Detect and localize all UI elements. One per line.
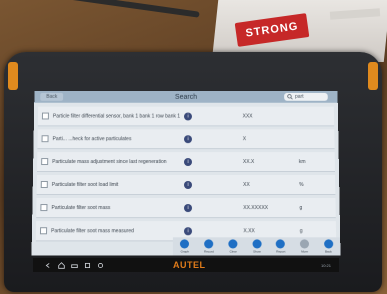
system-nav-bar: AUTEL 10:21	[33, 258, 339, 272]
parameter-name: Particle filter differential sensor, ban…	[52, 113, 181, 119]
list-item[interactable]: Particle filter differential sensor, ban…	[37, 106, 335, 127]
info-icon[interactable]: i	[184, 134, 192, 143]
parameter-name: Particulate filter soot mass	[51, 204, 111, 211]
recent-apps-icon[interactable]	[84, 262, 91, 269]
search-value: part	[294, 93, 304, 100]
row-checkbox[interactable]	[39, 227, 48, 235]
list-item[interactable]: Particulate filter soot mass i XX.XXXXX …	[36, 198, 336, 219]
search-icon	[287, 94, 293, 100]
function-toolbar: Graph Record Clear Show Report More Back	[172, 237, 341, 256]
device-side-button-left[interactable]	[8, 62, 18, 90]
clear-icon	[228, 239, 238, 249]
row-checkbox[interactable]	[41, 112, 49, 120]
row-checkbox[interactable]	[40, 204, 48, 212]
parameter-name: Particulate mass adjustment since last r…	[52, 158, 167, 165]
status-time: 10:21	[320, 262, 331, 268]
list-item[interactable]: Parti... ...heck for active particulates…	[37, 129, 335, 150]
record-button[interactable]: Record	[204, 239, 214, 254]
info-icon[interactable]: i	[184, 112, 192, 120]
parameter-list: Particle filter differential sensor, ban…	[35, 106, 337, 245]
parameter-value: XX.XXXXX	[243, 204, 269, 211]
parameter-unit: km	[298, 158, 306, 165]
camera-icon[interactable]	[97, 262, 104, 269]
show-button[interactable]: Show	[252, 239, 262, 254]
title-bar: Back Search part	[34, 90, 338, 103]
toolbar-back-button[interactable]: Back	[323, 239, 333, 254]
graph-button[interactable]: Graph	[180, 239, 190, 254]
row-checkbox[interactable]	[41, 158, 49, 166]
parameter-unit: %	[299, 181, 304, 188]
report-button[interactable]: Report	[276, 239, 286, 254]
more-icon	[299, 239, 310, 249]
parameter-unit: g	[299, 227, 303, 234]
info-icon[interactable]: i	[183, 203, 193, 212]
brand-logo: AUTEL	[173, 260, 206, 270]
more-button[interactable]: More	[299, 239, 310, 254]
back-icon	[323, 239, 333, 249]
report-icon	[276, 239, 286, 249]
home-icon[interactable]	[58, 261, 65, 269]
show-icon	[252, 239, 262, 249]
row-checkbox[interactable]	[40, 180, 48, 188]
info-icon[interactable]: i	[183, 226, 193, 235]
info-icon[interactable]: i	[184, 157, 192, 166]
parameter-value: X	[242, 135, 247, 142]
list-item[interactable]: Particulate mass adjustment since last r…	[37, 152, 335, 173]
parameter-name: Parti... ...heck for active particulates	[52, 135, 132, 142]
list-item[interactable]: Particulate filter soot load limit i XX …	[36, 174, 336, 196]
device-screen: Back Search part Particle filter differe…	[31, 90, 341, 256]
search-input[interactable]: part	[284, 92, 328, 101]
parameter-value: X.XX	[243, 227, 255, 234]
car-icon[interactable]	[71, 262, 78, 269]
parameter-unit: g	[299, 204, 303, 211]
parameter-name: Particulate filter soot load limit	[51, 181, 119, 188]
record-icon	[204, 239, 214, 249]
info-icon[interactable]: i	[183, 180, 193, 189]
clear-button[interactable]: Clear	[228, 239, 238, 254]
back-arrow-icon[interactable]	[45, 262, 52, 269]
parameter-value: XXX	[242, 113, 253, 119]
graph-icon	[180, 239, 190, 249]
parameter-value: XX	[243, 181, 250, 188]
parameter-name: Particulate filter soot mass measured	[51, 227, 134, 234]
parameter-value: XX.X	[242, 158, 255, 165]
row-checkbox[interactable]	[41, 135, 49, 143]
device-side-button-right[interactable]	[368, 62, 378, 90]
